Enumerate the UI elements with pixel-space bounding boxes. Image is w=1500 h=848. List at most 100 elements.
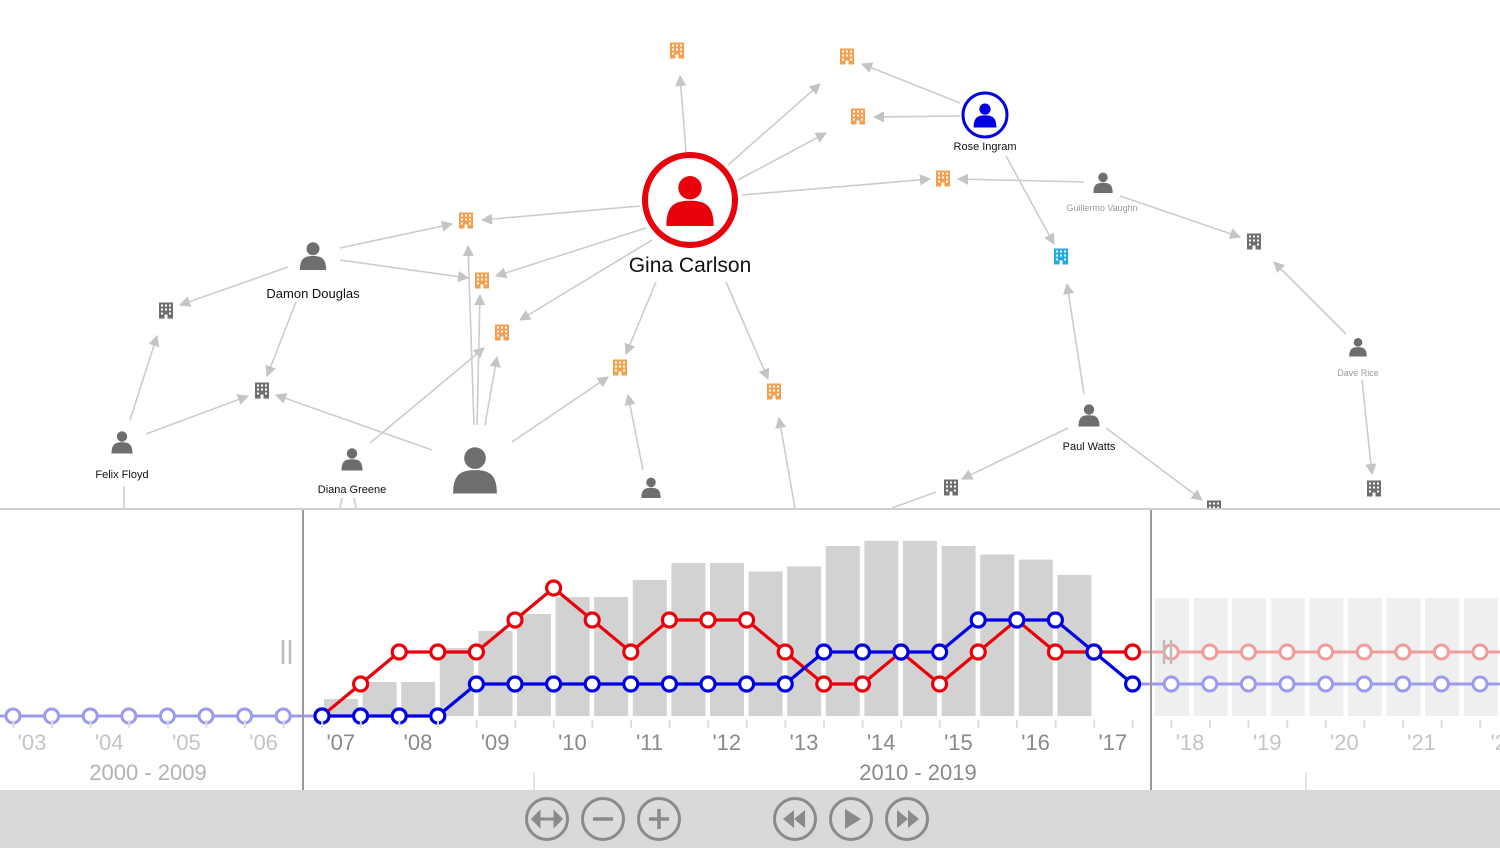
series-point[interactable] xyxy=(1162,675,1180,693)
building-icon[interactable] xyxy=(495,324,509,341)
series-point[interactable] xyxy=(1471,643,1489,661)
series-point[interactable] xyxy=(1278,643,1296,661)
building-icon[interactable] xyxy=(851,108,865,125)
person-icon[interactable] xyxy=(299,242,327,270)
node-label: Diana Greene xyxy=(317,484,387,496)
series-point[interactable] xyxy=(1046,611,1065,629)
node-rose-ingram[interactable] xyxy=(961,91,1009,139)
series-point[interactable] xyxy=(815,675,833,693)
series-point[interactable] xyxy=(969,611,987,629)
series-point[interactable] xyxy=(1278,675,1296,693)
series-point[interactable] xyxy=(1046,643,1065,661)
building-icon[interactable] xyxy=(670,42,684,59)
series-point[interactable] xyxy=(544,579,563,597)
network-graph[interactable]: Gina Carlson Rose Ingram Guillermo Vaugh… xyxy=(0,0,1500,508)
year-tick-label: '13 xyxy=(790,730,819,755)
year-tick-label: '05 xyxy=(172,730,201,755)
series-point[interactable] xyxy=(1394,643,1412,661)
series-point[interactable] xyxy=(699,611,717,629)
building-icon[interactable] xyxy=(1247,233,1261,250)
series-point[interactable] xyxy=(930,643,949,661)
step-back-button[interactable] xyxy=(773,797,817,841)
node-label: Paul Watts xyxy=(1062,441,1116,453)
series-point[interactable] xyxy=(1394,675,1412,693)
zoom-out-button[interactable] xyxy=(581,797,625,841)
range-start-handle[interactable] xyxy=(281,640,292,664)
building-icon[interactable] xyxy=(944,479,958,496)
building-icon[interactable] xyxy=(1207,500,1221,509)
series-point[interactable] xyxy=(467,643,485,661)
series-point[interactable] xyxy=(1355,675,1373,693)
building-icon[interactable] xyxy=(475,272,489,289)
series-point[interactable] xyxy=(622,643,640,661)
series-point[interactable] xyxy=(506,675,524,693)
series-point[interactable] xyxy=(776,643,794,661)
year-tick-label: '07 xyxy=(326,730,355,755)
series-point[interactable] xyxy=(1317,675,1335,693)
step-forward-button[interactable] xyxy=(885,797,929,841)
series-point[interactable] xyxy=(1471,675,1489,693)
series-point[interactable] xyxy=(737,675,756,693)
zoom-in-button[interactable] xyxy=(637,797,681,841)
person-icon[interactable] xyxy=(641,477,661,498)
person-icon[interactable] xyxy=(1093,172,1113,193)
series-point[interactable] xyxy=(892,643,910,661)
node-label: Guillermo Vaughn xyxy=(1066,203,1138,213)
series-point[interactable] xyxy=(390,643,408,661)
series-point[interactable] xyxy=(1239,643,1257,661)
series-point[interactable] xyxy=(429,643,447,661)
play-button[interactable] xyxy=(829,797,873,841)
series-point[interactable] xyxy=(1123,675,1142,693)
person-icon[interactable] xyxy=(1078,404,1100,427)
series-point[interactable] xyxy=(853,643,872,661)
series-point[interactable] xyxy=(969,643,987,661)
series-point[interactable] xyxy=(1432,675,1450,693)
time-bar[interactable]: '03 '04 '05 '06 '07 '08 '09 '10 '11 '12 '13 '14 '15 '… xyxy=(0,508,1500,792)
year-tick-label: '04 xyxy=(95,730,124,755)
series-point[interactable] xyxy=(853,675,872,693)
series-point[interactable] xyxy=(1201,643,1219,661)
series-point[interactable] xyxy=(737,611,756,629)
person-icon[interactable] xyxy=(111,431,133,454)
series-point[interactable] xyxy=(1201,675,1219,693)
building-icon[interactable] xyxy=(159,302,173,319)
person-icon[interactable] xyxy=(453,447,497,494)
series-point[interactable] xyxy=(544,675,563,693)
series-point[interactable] xyxy=(699,675,717,693)
building-icon[interactable] xyxy=(613,359,627,376)
building-icon[interactable] xyxy=(936,170,950,187)
series-point[interactable] xyxy=(1239,675,1257,693)
series-point[interactable] xyxy=(1355,643,1373,661)
building-icon[interactable] xyxy=(767,383,781,400)
person-icon[interactable] xyxy=(1349,338,1367,357)
building-icon[interactable] xyxy=(1054,248,1068,265)
series-point[interactable] xyxy=(815,643,833,661)
fit-button[interactable] xyxy=(525,797,569,841)
series-point[interactable] xyxy=(1432,643,1450,661)
series-point[interactable] xyxy=(1085,643,1103,661)
histogram-bar xyxy=(864,540,899,716)
series-point[interactable] xyxy=(660,675,679,693)
series-point[interactable] xyxy=(352,675,370,693)
series-point[interactable] xyxy=(776,675,794,693)
series-point[interactable] xyxy=(622,675,640,693)
series-point[interactable] xyxy=(467,675,485,693)
series-point[interactable] xyxy=(1317,643,1335,661)
timeline-chart[interactable]: '03 '04 '05 '06 '07 '08 '09 '10 '11 '12 '13 '14 '15 '… xyxy=(0,510,1500,792)
histogram-bar xyxy=(517,614,551,716)
building-icon[interactable] xyxy=(1367,480,1381,497)
series-point[interactable] xyxy=(660,611,679,629)
series-point[interactable] xyxy=(583,611,601,629)
building-icon[interactable] xyxy=(840,48,854,65)
series-point[interactable] xyxy=(930,675,949,693)
building-icon[interactable] xyxy=(255,382,269,399)
fast-forward-icon xyxy=(897,810,919,828)
series-point[interactable] xyxy=(1008,611,1026,629)
building-icon[interactable] xyxy=(459,212,473,229)
person-icon[interactable] xyxy=(341,448,363,471)
node-gina-carlson[interactable] xyxy=(642,152,738,248)
series-point[interactable] xyxy=(506,611,524,629)
series-point[interactable] xyxy=(1123,643,1142,661)
series-point[interactable] xyxy=(583,675,601,693)
year-tick-label: '10 xyxy=(558,730,587,755)
